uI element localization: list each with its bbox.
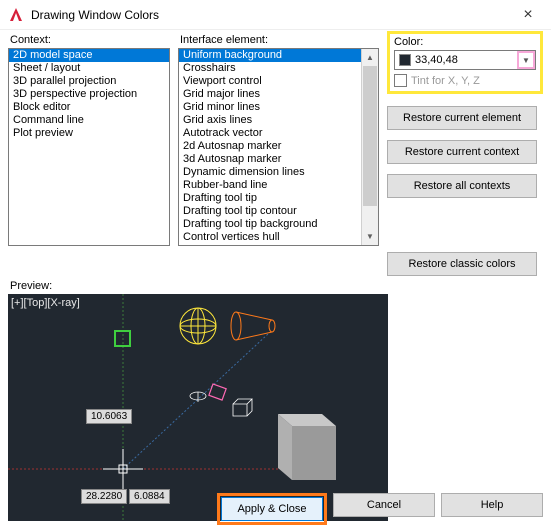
- coord-tooltip-2: 28.2280: [81, 489, 127, 504]
- list-item[interactable]: Drafting tool tip background: [179, 218, 378, 231]
- list-item[interactable]: Sheet / layout: [9, 62, 169, 75]
- list-item[interactable]: 3D parallel projection: [9, 75, 169, 88]
- list-item[interactable]: Block editor: [9, 101, 169, 114]
- list-item[interactable]: Dynamic dimension lines: [179, 166, 378, 179]
- list-item[interactable]: Autotrack vector: [179, 127, 378, 140]
- restore-context-button[interactable]: Restore current context: [387, 140, 537, 164]
- list-item[interactable]: Drafting tool tip contour: [179, 205, 378, 218]
- interface-listbox[interactable]: Uniform backgroundCrosshairsViewport con…: [178, 48, 379, 246]
- window-title: Drawing Window Colors: [31, 8, 513, 22]
- list-item[interactable]: Viewport control: [179, 75, 378, 88]
- chevron-down-icon[interactable]: ▼: [517, 51, 535, 69]
- list-item[interactable]: Plot preview: [9, 127, 169, 140]
- coord-tooltip-3: 6.0884: [129, 489, 170, 504]
- list-item[interactable]: Uniform background: [179, 49, 378, 62]
- list-item[interactable]: 3d Autosnap marker: [179, 153, 378, 166]
- list-item[interactable]: 2d Autosnap marker: [179, 140, 378, 153]
- restore-all-button[interactable]: Restore all contexts: [387, 174, 537, 198]
- list-item[interactable]: Drafting tool tip: [179, 192, 378, 205]
- context-label: Context:: [8, 34, 170, 46]
- color-highlight-area: Color: 33,40,48 ▼ Tint for X, Y, Z: [387, 31, 543, 94]
- list-item[interactable]: 3D perspective projection: [9, 88, 169, 101]
- help-button[interactable]: Help: [441, 493, 543, 517]
- scroll-up-icon[interactable]: ▲: [362, 49, 378, 66]
- list-item[interactable]: Command line: [9, 114, 169, 127]
- list-item[interactable]: Control vertices hull: [179, 231, 378, 244]
- apply-close-button[interactable]: Apply & Close: [221, 497, 323, 521]
- app-logo-icon: [8, 7, 24, 23]
- restore-element-button[interactable]: Restore current element: [387, 106, 537, 130]
- tint-label: Tint for X, Y, Z: [411, 75, 480, 87]
- list-item[interactable]: Grid major lines: [179, 88, 378, 101]
- interface-label: Interface element:: [178, 34, 379, 46]
- list-item[interactable]: Grid minor lines: [179, 101, 378, 114]
- tint-checkbox[interactable]: [394, 74, 407, 87]
- scroll-down-icon[interactable]: ▼: [362, 228, 378, 245]
- restore-classic-button[interactable]: Restore classic colors: [387, 252, 537, 276]
- list-item[interactable]: Rubber-band line: [179, 179, 378, 192]
- color-dropdown[interactable]: 33,40,48 ▼: [394, 50, 536, 70]
- coord-tooltip-1: 10.6063: [86, 409, 132, 424]
- apply-highlight: Apply & Close: [217, 493, 327, 525]
- color-value: 33,40,48: [415, 54, 517, 66]
- context-listbox[interactable]: 2D model spaceSheet / layout3D parallel …: [8, 48, 170, 246]
- color-swatch: [399, 54, 411, 66]
- preview-viewport: [+][Top][X-ray]: [8, 294, 388, 521]
- cancel-button[interactable]: Cancel: [333, 493, 435, 517]
- scrollbar[interactable]: ▲ ▼: [361, 49, 378, 245]
- scroll-thumb[interactable]: [363, 66, 377, 206]
- list-item[interactable]: Grid axis lines: [179, 114, 378, 127]
- close-icon[interactable]: ×: [513, 6, 543, 24]
- preview-label: Preview:: [10, 280, 551, 292]
- color-label: Color:: [394, 36, 536, 48]
- list-item[interactable]: 2D model space: [9, 49, 169, 62]
- list-item[interactable]: Crosshairs: [179, 62, 378, 75]
